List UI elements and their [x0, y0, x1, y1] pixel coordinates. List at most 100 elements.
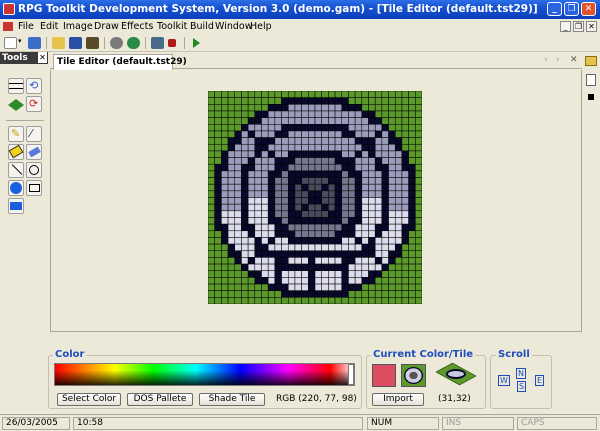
tile-pixel[interactable] [314, 237, 322, 245]
tile-pixel[interactable] [394, 230, 403, 238]
minimize-button[interactable]: _ [547, 2, 562, 16]
tile-pixel[interactable] [341, 237, 349, 245]
tile-pixel[interactable] [241, 223, 249, 232]
tile-pixel[interactable] [214, 223, 222, 232]
tile-pixel[interactable] [234, 177, 242, 185]
tile-pixel[interactable] [348, 230, 356, 238]
line-tool-icon[interactable] [8, 162, 24, 178]
tile-pixel[interactable] [374, 283, 383, 291]
tile-pixel[interactable] [328, 297, 336, 304]
tile-pixel[interactable] [334, 143, 343, 152]
tile-pixel[interactable] [221, 257, 229, 265]
tile-pixel[interactable] [308, 143, 316, 152]
tile-pixel[interactable] [341, 290, 349, 298]
tile-pixel[interactable] [294, 104, 302, 112]
menu-image[interactable]: Image [63, 21, 93, 32]
tile-pixel[interactable] [247, 297, 256, 304]
tile-pixel[interactable] [301, 297, 309, 304]
tile-pixel[interactable] [408, 290, 416, 298]
tile-pixel[interactable] [334, 223, 343, 232]
tile-pixel[interactable] [368, 150, 376, 158]
tile-pixel[interactable] [328, 237, 336, 245]
tile-pixel[interactable] [394, 203, 403, 212]
tile-pixel[interactable] [341, 170, 349, 178]
tile-pixel[interactable] [328, 197, 336, 205]
tile-pixel[interactable] [214, 217, 222, 225]
menu-file[interactable]: File [18, 21, 34, 32]
tile-pixel[interactable] [334, 203, 343, 212]
tile-pixel[interactable] [341, 190, 349, 198]
tile-pixel[interactable] [261, 290, 269, 298]
tile-pixel[interactable] [208, 117, 215, 125]
tile-pixel[interactable] [401, 270, 409, 278]
tile-pixel[interactable] [281, 130, 289, 138]
tile-pixel[interactable] [381, 137, 389, 145]
tile-pixel[interactable] [208, 137, 215, 145]
menu-effects[interactable]: Effects [121, 21, 153, 32]
tile-pixel[interactable] [301, 283, 309, 291]
tile-pixel[interactable] [368, 91, 376, 98]
tile-pixel[interactable] [341, 203, 349, 212]
tile-pixel[interactable] [254, 223, 262, 232]
tile-pixel[interactable] [254, 91, 262, 98]
tile-pixel[interactable] [227, 163, 236, 172]
tile-pixel[interactable] [294, 230, 302, 238]
tile-pixel[interactable] [394, 104, 403, 112]
tile-pixel[interactable] [247, 137, 256, 145]
tile-pixel[interactable] [281, 117, 289, 125]
tile-pixel[interactable] [374, 237, 383, 245]
tile-pixel[interactable] [394, 117, 403, 125]
tile-pixel[interactable] [301, 257, 309, 265]
tile-pixel[interactable] [415, 97, 422, 105]
tile-pixel[interactable] [408, 217, 416, 225]
tile-pixel[interactable] [408, 137, 416, 145]
tile-pixel[interactable] [321, 150, 329, 158]
tile-pixel[interactable] [334, 270, 343, 278]
tile-pixel[interactable] [328, 117, 336, 125]
tile-pixel[interactable] [341, 130, 349, 138]
tile-pixel[interactable] [308, 223, 316, 232]
tile-pixel[interactable] [301, 197, 309, 205]
tile-pixel[interactable] [401, 170, 409, 178]
tile-pixel[interactable] [227, 270, 236, 278]
tile-pixel[interactable] [334, 210, 343, 218]
tile-pixel[interactable] [267, 104, 276, 112]
tile-pixel[interactable] [261, 143, 269, 152]
tile-pixel[interactable] [381, 170, 389, 178]
tile-pixel[interactable] [227, 297, 236, 304]
tile-pixel[interactable] [301, 143, 309, 152]
tile-pixel[interactable] [227, 290, 236, 298]
tile-pixel[interactable] [415, 250, 422, 258]
tile-pixel[interactable] [321, 163, 329, 172]
tile-pixel[interactable] [321, 203, 329, 212]
tile-pixel[interactable] [214, 163, 222, 172]
tile-pixel[interactable] [361, 217, 369, 225]
tile-pixel[interactable] [388, 243, 396, 252]
tile-pixel[interactable] [214, 143, 222, 152]
tile-pixel[interactable] [221, 270, 229, 278]
tile-pixel[interactable] [374, 203, 383, 212]
menu-toolkit[interactable]: Toolkit [157, 21, 187, 32]
tile-pixel[interactable] [294, 137, 302, 145]
tile-pixel[interactable] [308, 217, 316, 225]
tile-pixel[interactable] [334, 257, 343, 265]
tile-pixel[interactable] [388, 217, 396, 225]
tile-pixel[interactable] [348, 177, 356, 185]
tile-pixel[interactable] [221, 243, 229, 252]
tile-pixel[interactable] [254, 230, 262, 238]
tile-pixel[interactable] [314, 177, 322, 185]
tile-pixel[interactable] [314, 290, 322, 298]
tile-pixel[interactable] [254, 217, 262, 225]
tile-pixel[interactable] [267, 177, 276, 185]
tile-pixel[interactable] [274, 270, 282, 278]
tile-pixel[interactable] [287, 263, 296, 271]
tile-pixel[interactable] [247, 110, 256, 118]
tile-pixel[interactable] [274, 110, 282, 118]
tile-pixel[interactable] [241, 257, 249, 265]
mdi-close-button[interactable]: ✕ [586, 21, 597, 32]
tile-pixel[interactable] [274, 170, 282, 178]
tile-pixel[interactable] [221, 210, 229, 218]
tile-pixel[interactable] [221, 250, 229, 258]
tile-pixel[interactable] [354, 277, 363, 285]
tile-pixel[interactable] [281, 237, 289, 245]
